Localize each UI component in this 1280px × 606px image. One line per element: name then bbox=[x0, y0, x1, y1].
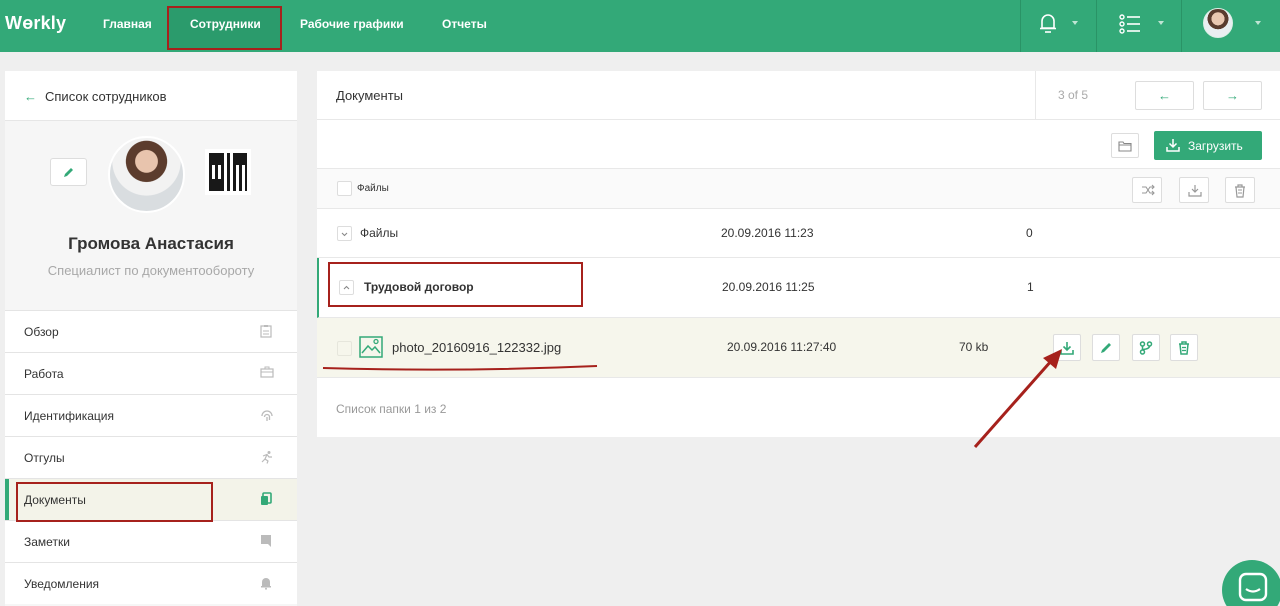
download-icon bbox=[1060, 342, 1074, 355]
file-checkbox[interactable] bbox=[337, 341, 352, 356]
arrow-left-icon: ← bbox=[24, 89, 37, 104]
menu-item-identification[interactable]: Идентификация bbox=[5, 394, 297, 436]
files-column-header: Файлы bbox=[317, 169, 1280, 209]
shuffle-icon bbox=[1142, 184, 1155, 196]
branch-icon bbox=[1139, 341, 1153, 355]
back-to-employees-link[interactable]: ← Список сотрудников bbox=[24, 89, 167, 104]
delete-file-button[interactable] bbox=[1170, 334, 1198, 361]
employee-menu: Обзор Работа Идентификация Отгулы Докуме… bbox=[5, 310, 297, 604]
trash-icon bbox=[1179, 341, 1189, 355]
upload-button-label: Загрузить bbox=[1188, 139, 1243, 153]
file-size: 70 kb bbox=[959, 340, 989, 354]
delete-button[interactable] bbox=[1225, 177, 1255, 203]
folder-count: 1 bbox=[1027, 280, 1034, 294]
rename-file-button[interactable] bbox=[1092, 334, 1120, 361]
folder-name[interactable]: Файлы bbox=[360, 226, 398, 240]
chevron-down-icon[interactable] bbox=[1158, 21, 1164, 25]
nav-employees[interactable]: Сотрудники bbox=[167, 6, 282, 50]
documents-toolbar: Загрузить bbox=[317, 120, 1280, 169]
folder-date: 20.09.2016 11:23 bbox=[721, 226, 814, 240]
menu-item-time-off[interactable]: Отгулы bbox=[5, 436, 297, 478]
back-link-label: Список сотрудников bbox=[45, 89, 167, 104]
nav-employees-label: Сотрудники bbox=[190, 17, 261, 31]
next-page-button[interactable]: → bbox=[1203, 81, 1262, 110]
menu-item-label: Отгулы bbox=[24, 451, 65, 465]
nav-home[interactable]: Главная bbox=[103, 17, 152, 31]
folder-icon bbox=[1118, 141, 1132, 152]
menu-item-overview[interactable]: Обзор bbox=[5, 310, 297, 352]
download-icon bbox=[1188, 185, 1202, 197]
menu-item-work[interactable]: Работа bbox=[5, 352, 297, 394]
pencil-icon bbox=[64, 168, 73, 177]
qr-code[interactable] bbox=[205, 149, 251, 195]
running-icon bbox=[260, 450, 274, 467]
nav-schedules[interactable]: Рабочие графики bbox=[300, 17, 404, 31]
new-folder-button[interactable] bbox=[1111, 133, 1139, 158]
briefcase-icon bbox=[260, 366, 274, 381]
folder-list-status: Список папки 1 из 2 bbox=[336, 402, 447, 416]
documents-panel: Документы 3 of 5 ← → Загрузить Файлы Фай… bbox=[317, 71, 1280, 437]
divider bbox=[1020, 0, 1021, 52]
divider bbox=[1035, 71, 1036, 120]
divider bbox=[1096, 0, 1097, 52]
move-button[interactable] bbox=[1132, 177, 1162, 203]
clipboard-icon bbox=[260, 324, 272, 341]
folder-date: 20.09.2016 11:25 bbox=[722, 280, 815, 294]
menu-item-label: Обзор bbox=[24, 325, 59, 339]
share-file-button[interactable] bbox=[1132, 334, 1160, 361]
chat-support-button[interactable] bbox=[1222, 560, 1280, 606]
top-navigation-bar: Wɵrkly Главная Сотрудники Рабочие график… bbox=[0, 0, 1280, 52]
chevron-down-icon bbox=[341, 232, 348, 237]
column-header-files: Файлы bbox=[357, 183, 389, 194]
image-file-icon bbox=[359, 336, 383, 358]
qr-code-pattern bbox=[209, 153, 247, 191]
employee-name: Громова Анастасия bbox=[68, 234, 234, 253]
employee-photo bbox=[108, 136, 185, 213]
chat-icon bbox=[1238, 572, 1268, 602]
menu-item-label: Работа bbox=[24, 367, 64, 381]
download-button[interactable] bbox=[1179, 177, 1209, 203]
menu-item-notifications[interactable]: Уведомления bbox=[5, 562, 297, 604]
menu-item-label: Идентификация bbox=[24, 409, 114, 423]
table-row[interactable]: photo_20160916_122332.jpg 20.09.2016 11:… bbox=[317, 318, 1280, 378]
pencil-icon bbox=[1101, 343, 1111, 353]
divider bbox=[1181, 0, 1182, 52]
employee-sidebar: ← Список сотрудников Громова Анастасия Сп… bbox=[5, 71, 297, 606]
upload-icon bbox=[1166, 139, 1180, 152]
employee-role: Специалист по документообороту bbox=[47, 263, 255, 278]
bell-icon[interactable] bbox=[1038, 12, 1058, 41]
highlight-box-documents bbox=[16, 482, 213, 522]
pager-status: 3 of 5 bbox=[1058, 88, 1089, 102]
app-logo[interactable]: Wɵrkly bbox=[5, 13, 66, 34]
previous-page-button[interactable]: ← bbox=[1135, 81, 1194, 110]
edit-profile-button[interactable] bbox=[50, 158, 87, 186]
menu-item-label: Уведомления bbox=[24, 577, 100, 591]
file-date: 20.09.2016 11:27:40 bbox=[727, 340, 837, 354]
documents-icon bbox=[260, 492, 272, 509]
chevron-down-icon[interactable] bbox=[1255, 21, 1261, 25]
bell-icon bbox=[260, 576, 272, 593]
folder-count: 0 bbox=[1026, 226, 1033, 240]
file-name[interactable]: photo_20160916_122332.jpg bbox=[392, 340, 561, 355]
highlight-box-folder bbox=[328, 262, 583, 307]
menu-item-notes[interactable]: Заметки bbox=[5, 520, 297, 562]
upload-button[interactable]: Загрузить bbox=[1154, 131, 1262, 160]
fingerprint-icon bbox=[260, 408, 274, 425]
chevron-down-icon[interactable] bbox=[1072, 21, 1078, 25]
select-all-checkbox[interactable] bbox=[337, 181, 352, 196]
download-file-button[interactable] bbox=[1053, 334, 1081, 361]
user-avatar[interactable] bbox=[1203, 8, 1233, 38]
menu-item-label: Заметки bbox=[24, 535, 70, 549]
expand-folder-toggle[interactable] bbox=[337, 226, 352, 241]
trash-icon bbox=[1235, 184, 1245, 198]
list-icon[interactable] bbox=[1119, 14, 1141, 39]
sidebar-header: ← Список сотрудников bbox=[5, 71, 297, 121]
table-row[interactable]: Файлы 20.09.2016 11:23 0 bbox=[317, 209, 1280, 258]
notes-icon bbox=[260, 534, 272, 551]
nav-reports[interactable]: Отчеты bbox=[442, 17, 487, 31]
documents-header: Документы 3 of 5 ← → bbox=[317, 71, 1280, 120]
page-title: Документы bbox=[336, 88, 404, 103]
